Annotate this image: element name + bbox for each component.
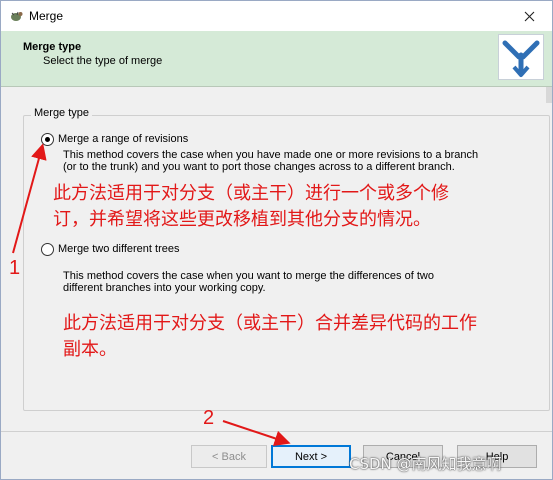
annotation-note-2: 此方法适用于对分支（或主干）合并差异代码的工作 副本。 [63,311,477,363]
radio-merge-trees[interactable] [41,243,54,256]
tortoise-icon [9,9,23,23]
radio-merge-trees-label[interactable]: Merge two different trees [58,243,179,255]
header-title: Merge type [23,41,82,53]
merge-dialog-window: Merge Merge type Select the type of merg… [0,0,553,480]
merge-trees-description: This method covers the case when you wan… [63,270,434,294]
annotation-note-1: 此方法适用于对分支（或主干）进行一个或多个修 订，并希望将这些更改移植到其他分支… [53,181,449,233]
desc-line: This method covers the case when you wan… [63,270,434,282]
header-subtitle: Select the type of merge [43,55,163,67]
title-bar: Merge [1,1,552,31]
annotation-marker-1: 1 [9,257,21,279]
window-title: Merge [29,9,64,23]
annotation-marker-2: 2 [203,407,215,429]
next-button[interactable]: Next > [271,445,351,468]
back-button[interactable]: < Back [191,445,267,468]
scrollbar-stub[interactable] [546,87,552,103]
radio-merge-range-label[interactable]: Merge a range of revisions [58,133,188,145]
annotation-line: 副本。 [63,339,117,360]
wizard-header: Merge type Select the type of merge [1,31,552,87]
radio-merge-range[interactable] [41,133,54,146]
footer-divider [1,431,552,432]
watermark: CSDN @南风知我意啊 [349,455,502,473]
merge-logo-icon [498,34,544,80]
desc-line: different branches into your working cop… [63,282,266,294]
desc-line: (or to the trunk) and you want to port t… [63,161,455,173]
annotation-line: 此方法适用于对分支（或主干）进行一个或多个修 [53,183,449,204]
annotation-line: 此方法适用于对分支（或主干）合并差异代码的工作 [63,313,477,334]
desc-line: This method covers the case when you hav… [63,149,479,161]
merge-range-description: This method covers the case when you hav… [63,149,478,173]
annotation-line: 订，并希望将这些更改移植到其他分支的情况。 [53,209,431,230]
group-label: Merge type [31,107,93,119]
close-icon[interactable] [506,1,552,31]
